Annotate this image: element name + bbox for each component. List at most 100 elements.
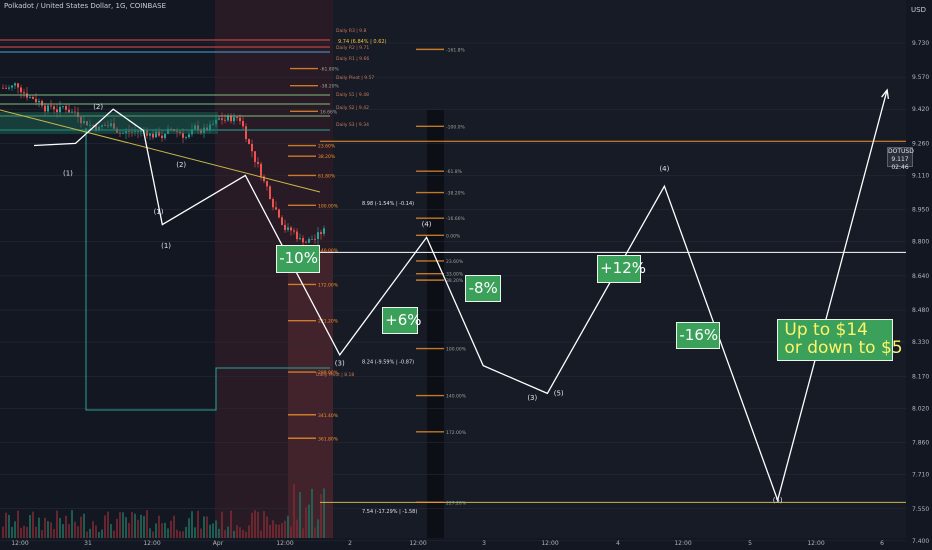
volume-bar bbox=[308, 504, 310, 538]
wave-label: (4) bbox=[659, 165, 669, 173]
volume-bar bbox=[20, 527, 22, 538]
volume-bar bbox=[155, 523, 157, 538]
callout-box: -10% bbox=[276, 244, 321, 273]
y-tick-label: 8.950 bbox=[912, 207, 929, 214]
volume-bar bbox=[71, 510, 73, 538]
fib-level-label: 341.40% bbox=[318, 413, 339, 419]
volume-bar bbox=[137, 519, 139, 538]
volume-bar bbox=[29, 514, 31, 538]
candle-body bbox=[236, 117, 238, 118]
volume-bar bbox=[230, 510, 232, 538]
volume-bar bbox=[311, 488, 313, 538]
candle-body bbox=[23, 92, 25, 94]
candle-body bbox=[284, 224, 286, 230]
candle-body bbox=[278, 209, 280, 218]
volume-bar bbox=[254, 510, 256, 538]
daily-pivot-label: Daily R3 | 9.8 bbox=[336, 28, 366, 34]
price-tag-timer: 02:46 bbox=[891, 164, 909, 171]
price-annotation: 8.98 (-1.54% | -0.14) bbox=[362, 201, 414, 207]
candle-body bbox=[323, 228, 325, 234]
volume-bar bbox=[221, 511, 223, 538]
volume-bar bbox=[290, 526, 292, 538]
volume-bar bbox=[323, 488, 325, 538]
y-tick-label: 9.730 bbox=[912, 40, 929, 47]
volume-bar bbox=[239, 527, 241, 538]
volume-bar bbox=[182, 531, 184, 538]
fib-level-label: -61.80% bbox=[320, 67, 340, 73]
x-tick-label: 3 bbox=[482, 540, 486, 547]
candle-body bbox=[161, 135, 163, 139]
candle-body bbox=[185, 137, 187, 139]
volume-bar bbox=[47, 521, 49, 538]
volume-bar bbox=[272, 520, 274, 538]
candle-body bbox=[5, 87, 7, 89]
volume-bar bbox=[203, 516, 205, 538]
volume-bar bbox=[50, 522, 52, 538]
fib-level-label: 100.00% bbox=[318, 203, 339, 209]
candle-body bbox=[233, 117, 235, 122]
volume-bar bbox=[257, 511, 259, 538]
y-tick-label: 7.550 bbox=[912, 506, 929, 513]
volume-bar bbox=[2, 526, 4, 538]
wave-label: (3) bbox=[335, 360, 345, 368]
volume-bar bbox=[260, 530, 262, 538]
volume-bar bbox=[116, 518, 118, 538]
callout-text: -10% bbox=[279, 248, 318, 267]
y-tick-label: 8.480 bbox=[912, 307, 929, 314]
volume-bar bbox=[8, 514, 10, 538]
candle-body bbox=[44, 105, 46, 112]
volume-bar bbox=[266, 516, 268, 538]
candle-body bbox=[20, 87, 22, 93]
volume-bar bbox=[38, 517, 40, 538]
daily-pivot-label: Daily Pivot | 8.18 bbox=[316, 372, 354, 378]
current-price-tag: DOTUSD 9.117 02:46 bbox=[887, 147, 914, 171]
volume-bar bbox=[119, 512, 121, 538]
volume-bar bbox=[89, 528, 91, 538]
y-tick-label: 8.800 bbox=[912, 239, 929, 246]
indicator-fill bbox=[0, 112, 218, 134]
candle-body bbox=[275, 207, 277, 210]
candle-body bbox=[314, 238, 316, 240]
daily-pivot-label: Daily S3 | 9.34 bbox=[336, 122, 369, 128]
x-tick-label: 12:00 bbox=[807, 540, 824, 547]
daily-pivot-label: Daily S1 | 9.48 bbox=[336, 92, 369, 98]
volume-bar bbox=[278, 524, 280, 538]
candle-body bbox=[302, 238, 304, 243]
candle-body bbox=[17, 83, 19, 88]
volume-bar bbox=[14, 521, 16, 538]
fib-level-label: 38.20% bbox=[318, 154, 336, 160]
volume-bar bbox=[191, 511, 193, 538]
candle-body bbox=[59, 106, 61, 113]
wave-label: (1) bbox=[161, 242, 171, 250]
candle-body bbox=[293, 230, 295, 232]
x-tick-label: 12:00 bbox=[674, 540, 691, 547]
volume-bar bbox=[176, 529, 178, 538]
volume-bar bbox=[242, 529, 244, 538]
x-tick-label: 31 bbox=[84, 540, 92, 547]
wave-label: (2) bbox=[93, 103, 103, 111]
candle-body bbox=[272, 199, 274, 208]
x-tick-label: 12:00 bbox=[541, 540, 558, 547]
callout-box: +12% bbox=[597, 255, 646, 284]
wave-label: (3) bbox=[527, 394, 537, 402]
candle-body bbox=[299, 238, 301, 240]
candle-body bbox=[248, 139, 250, 144]
volume-bar bbox=[161, 523, 163, 538]
volume-bar bbox=[218, 528, 220, 538]
candle-body bbox=[281, 217, 283, 225]
candle-body bbox=[14, 83, 16, 86]
daily-pivot-label: Daily Pivot | 9.57 bbox=[336, 75, 374, 81]
volume-bar bbox=[185, 526, 187, 538]
volume-bar bbox=[11, 526, 13, 538]
fib-level-label: 23.60% bbox=[318, 144, 336, 150]
y-tick-label: 7.710 bbox=[912, 472, 929, 479]
volume-bar bbox=[281, 522, 283, 538]
candle-body bbox=[245, 126, 247, 140]
fib-level-label: 23.60% bbox=[446, 259, 464, 265]
candle-body bbox=[35, 98, 37, 103]
volume-bar bbox=[245, 531, 247, 538]
volume-bar bbox=[167, 528, 169, 538]
wave-label: (1) bbox=[63, 169, 73, 177]
volume-bar bbox=[86, 531, 88, 538]
price-annotation: 9.74 (6.84% | 0.62) bbox=[338, 39, 387, 45]
